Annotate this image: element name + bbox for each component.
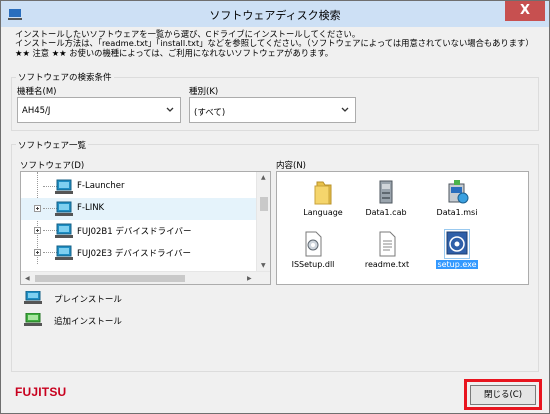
tree-item[interactable]: F-LINK xyxy=(21,198,257,220)
type-select[interactable]: (すべて) xyxy=(189,97,356,123)
expand-icon[interactable] xyxy=(34,227,41,234)
msi-installer-icon xyxy=(448,180,469,204)
tree-item[interactable]: FUJ02B1 デバイスドライバー xyxy=(21,220,257,242)
software-tree[interactable]: F-Launcher F-LINK FUJ02B1 デバイスドライバー FUJ0… xyxy=(20,171,271,285)
scroll-down-icon[interactable]: ▼ xyxy=(261,262,266,269)
window-title: ソフトウェアディスク検索 xyxy=(209,9,341,22)
legend-additional-label: 追加インストール xyxy=(54,317,122,327)
preinstall-pc-icon xyxy=(55,223,73,238)
type-select-value: (すべて) xyxy=(194,108,226,118)
setup-exe-icon xyxy=(444,229,470,259)
tree-item-label: F-Launcher xyxy=(77,181,125,191)
file-name: setup.exe xyxy=(436,260,478,269)
tree-item-label: FUJ02B1 デバイスドライバー xyxy=(77,227,192,237)
file-name: Data1.msi xyxy=(436,208,478,217)
scroll-right-icon[interactable]: ▶ xyxy=(247,275,252,282)
software-list-label: ソフトウェア一覧 xyxy=(16,139,89,151)
tree-vertical-scrollbar[interactable]: ▲ ▼ xyxy=(256,172,270,272)
software-disc-search-window: ソフトウェアディスク検索 X インストールしたいソフトウェアを一覧から選び、Cド… xyxy=(0,0,550,414)
instructions: インストールしたいソフトウェアを一覧から選び、Cドライブにインストールしてくださ… xyxy=(15,29,534,58)
model-label: 機種名(M) xyxy=(17,87,57,97)
tree-item[interactable]: FUJ02E3 デバイスドライバー xyxy=(21,242,257,264)
chevron-down-icon xyxy=(166,107,174,112)
file-name: readme.txt xyxy=(364,260,410,269)
scroll-up-icon[interactable]: ▲ xyxy=(261,174,266,181)
expand-icon[interactable] xyxy=(34,205,41,212)
legend-preinstall-label: プレインストール xyxy=(54,295,122,305)
close-button[interactable]: 閉じる(C) xyxy=(470,385,536,405)
type-label: 種別(K) xyxy=(189,87,219,97)
preinstall-pc-icon xyxy=(55,245,73,260)
preinstall-pc-icon xyxy=(24,291,42,304)
model-select-value: AH45/J xyxy=(22,106,51,116)
content-label: 内容(N) xyxy=(276,161,306,171)
file-name: ISSetup.dll xyxy=(291,260,335,269)
additional-install-pc-icon xyxy=(24,313,42,326)
expand-icon[interactable] xyxy=(34,249,41,256)
tree-vertical-scroll-thumb[interactable] xyxy=(260,197,268,211)
text-file-icon xyxy=(379,231,396,257)
software-tree-label: ソフトウェア(D) xyxy=(20,161,85,171)
legend-additional: 追加インストール xyxy=(24,313,144,329)
content-file-list[interactable]: Language Data1.cab Data1.msi ISSetup.dll… xyxy=(276,171,529,285)
tree-horizontal-scroll-thumb[interactable] xyxy=(35,275,185,282)
fujitsu-logo: FUJITSU xyxy=(15,385,67,399)
cab-archive-icon xyxy=(379,180,393,204)
tree-item[interactable]: F-Launcher xyxy=(21,176,257,198)
folder-icon xyxy=(314,181,332,205)
dll-file-icon xyxy=(305,231,322,257)
tree-item-label: F-LINK xyxy=(77,203,105,213)
chevron-down-icon xyxy=(341,107,349,112)
title-bar: ソフトウェアディスク検索 X xyxy=(1,1,549,27)
file-name: Language xyxy=(303,208,343,217)
tree-horizontal-scrollbar[interactable]: ◀ ▶ xyxy=(21,271,270,284)
file-name: Data1.cab xyxy=(365,208,407,217)
preinstall-pc-icon xyxy=(55,201,73,216)
model-select[interactable]: AH45/J xyxy=(17,97,181,123)
scroll-left-icon[interactable]: ◀ xyxy=(25,275,30,282)
preinstall-pc-icon xyxy=(55,179,73,194)
search-conditions-label: ソフトウェアの検索条件 xyxy=(16,71,114,83)
window-close-button[interactable]: X xyxy=(505,1,545,21)
legend-preinstall: プレインストール xyxy=(24,291,144,307)
tree-item-label: FUJ02E3 デバイスドライバー xyxy=(77,249,191,259)
instruction-line-3: ★★ 注意 ★★ お使いの機種によっては、ご利用になれないソフトウェアがあります… xyxy=(15,47,334,58)
